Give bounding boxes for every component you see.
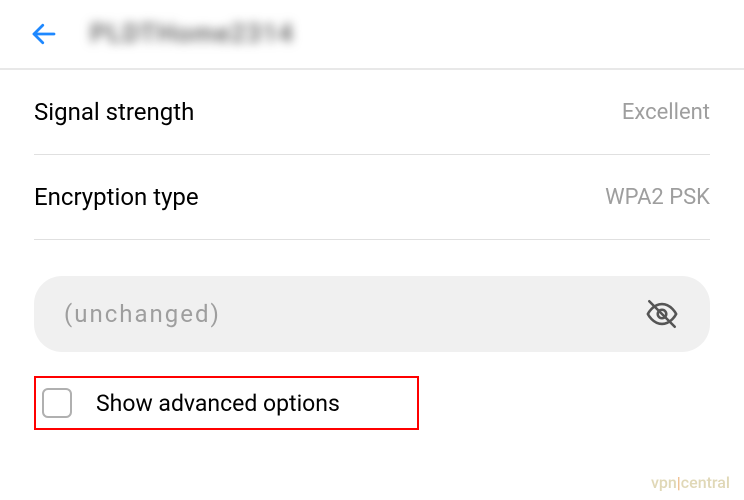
password-placeholder: (unchanged)	[64, 300, 221, 328]
encryption-type-label: Encryption type	[34, 183, 199, 211]
header-bar: PLDTHome2314	[0, 0, 744, 70]
back-arrow-icon[interactable]	[28, 18, 60, 50]
watermark-right: central	[681, 473, 730, 492]
signal-strength-label: Signal strength	[34, 98, 194, 126]
encryption-type-value: WPA2 PSK	[605, 185, 710, 210]
advanced-options-checkbox[interactable]	[42, 388, 72, 418]
watermark: vpn|central	[651, 473, 730, 492]
encryption-type-row: Encryption type WPA2 PSK	[34, 155, 710, 240]
show-advanced-options-row[interactable]: Show advanced options	[34, 376, 419, 430]
watermark-left: vpn	[651, 473, 677, 492]
password-input[interactable]: (unchanged)	[34, 276, 710, 352]
advanced-options-label: Show advanced options	[96, 390, 340, 417]
visibility-off-icon[interactable]	[644, 296, 680, 332]
page-title: PLDTHome2314	[90, 19, 294, 49]
signal-strength-row: Signal strength Excellent	[34, 70, 710, 155]
signal-strength-value: Excellent	[622, 100, 710, 125]
content-area: Signal strength Excellent Encryption typ…	[0, 70, 744, 430]
